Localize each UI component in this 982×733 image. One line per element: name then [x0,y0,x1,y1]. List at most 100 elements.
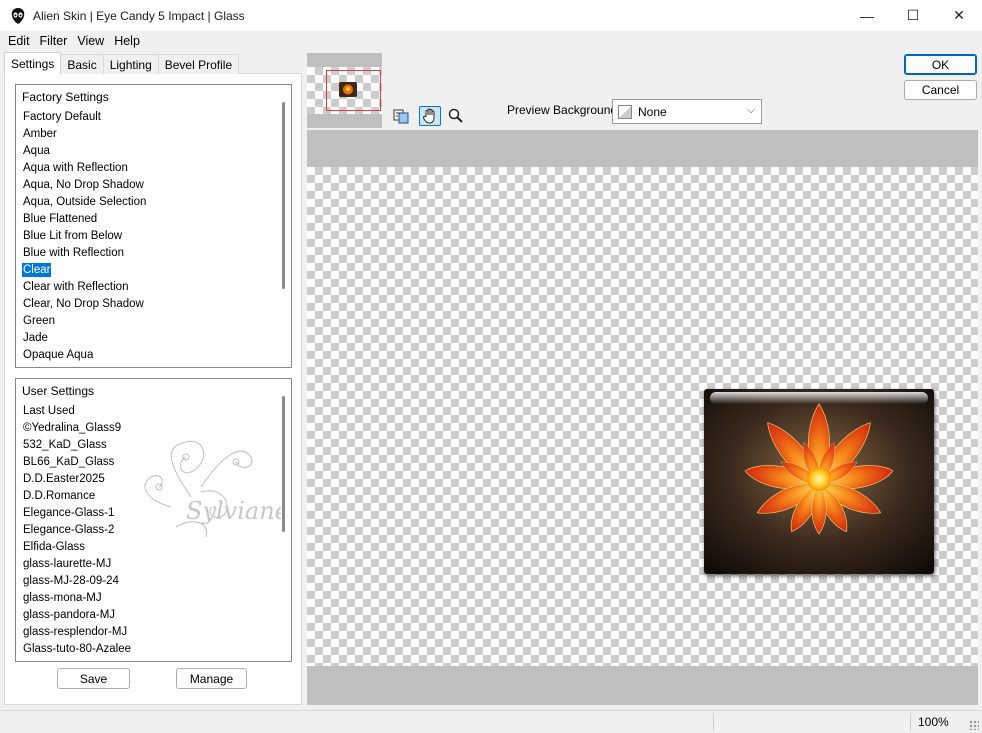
factory-setting-item[interactable]: Jade [16,330,291,347]
factory-settings-list[interactable]: Factory Settings Factory Default Amber Aqu… [15,84,292,368]
factory-setting-item-label: Aqua [23,145,50,157]
preview-area[interactable] [307,130,978,705]
close-button[interactable]: ✕ [936,0,982,31]
compare-preview-button[interactable] [390,106,412,126]
save-button[interactable]: Save [57,668,130,689]
user-setting-item[interactable]: BL66_KaD_Glass [16,454,291,471]
factory-setting-item-label: Green [23,315,55,327]
user-setting-item[interactable]: glass-mona-MJ [16,590,291,607]
factory-setting-item[interactable]: Clear [16,262,291,279]
cancel-button[interactable]: Cancel [904,80,977,100]
factory-setting-item[interactable]: Aqua [16,143,291,160]
zoom-tool-button[interactable] [445,106,467,126]
factory-setting-item[interactable]: Opaque Aqua [16,347,291,364]
preview-canvas[interactable] [307,167,978,666]
factory-setting-item[interactable]: Aqua, No Drop Shadow [16,177,291,194]
hand-pan-icon [423,108,435,124]
user-setting-item[interactable]: Elfida-Glass [16,539,291,556]
factory-setting-item-label: Factory Default [23,111,101,123]
flower-artwork [704,389,934,574]
factory-setting-item-label: Jade [23,332,48,344]
status-separator [910,713,911,731]
factory-setting-item[interactable]: Blue Flattened [16,211,291,228]
user-setting-item[interactable]: Elegance-Glass-2 [16,522,291,539]
factory-setting-item[interactable]: Green [16,313,291,330]
user-setting-item[interactable]: glass-pandora-MJ [16,607,291,624]
menu-view[interactable]: View [72,34,109,48]
user-setting-item-label: D.D.Romance [23,490,96,502]
user-setting-item[interactable]: Elegance-Glass-1 [16,505,291,522]
manage-button[interactable]: Manage [176,668,247,689]
resize-grip[interactable] [969,720,979,730]
zoom-magnifier-icon [448,108,463,123]
menu-edit[interactable]: Edit [3,34,35,48]
factory-setting-item[interactable]: Clear with Reflection [16,279,291,296]
minimize-button[interactable]: — [844,0,890,31]
zoom-level: 100% [918,715,949,729]
user-setting-item-label: Elfida-Glass [23,541,85,553]
factory-setting-item[interactable]: Factory Default [16,109,291,126]
ok-button[interactable]: OK [904,54,977,75]
factory-setting-item[interactable]: Clear, No Drop Shadow [16,296,291,313]
user-setting-item-label: glass-mona-MJ [23,592,102,604]
user-setting-item-label: glass-laurette-MJ [23,558,112,570]
user-settings-list[interactable]: User Settings Last Used ©Yedralina_Glass9… [15,378,292,662]
user-setting-item[interactable]: glass-resplendor-MJ [16,624,291,641]
factory-setting-item-label: Aqua, Outside Selection [23,196,147,208]
user-setting-item-label: 532_KaD_Glass [23,439,107,451]
factory-setting-item[interactable]: Amber [16,126,291,143]
preview-background-label: Preview Background: [507,103,621,117]
user-setting-item[interactable]: glass-MJ-28-09-24 [16,573,291,590]
user-list-scrollbar[interactable] [282,396,285,532]
user-setting-item-label: Glass-tuto-80-Azalee [23,643,132,655]
user-setting-item[interactable]: Glass-tuto-80-Azalee [16,641,291,658]
preview-image [704,389,934,574]
tab-lighting[interactable]: Lighting [102,54,159,74]
factory-list-scrollbar[interactable] [282,102,285,289]
user-setting-item-label: glass-pandora-MJ [23,609,116,621]
user-setting-item[interactable]: ©Yedralina_Glass9 [16,420,291,437]
factory-setting-item-label: Opaque Aqua [23,349,94,361]
hand-tool-button[interactable] [419,106,441,126]
status-bar: 100% [0,710,982,733]
factory-settings-header: Factory Settings [22,90,109,104]
user-setting-item[interactable]: glass-laurette-MJ [16,556,291,573]
factory-setting-item-label: Clear with Reflection [23,281,129,293]
user-setting-item-label: BL66_KaD_Glass [23,456,115,468]
factory-setting-item[interactable]: Aqua with Reflection [16,160,291,177]
user-setting-item[interactable]: D.D.Romance [16,488,291,505]
factory-setting-item[interactable]: Blue with Reflection [16,245,291,262]
user-setting-item-label: Elegance-Glass-1 [23,507,115,519]
tab-bevel-profile[interactable]: Bevel Profile [157,54,240,74]
factory-setting-item-label: Clear [22,263,52,277]
maximize-button[interactable]: ☐ [890,0,936,31]
preview-background-select[interactable]: None ⌵ [612,99,762,124]
app-icon [11,7,25,24]
factory-setting-item-label: Amber [23,128,57,140]
tab-settings[interactable]: Settings [4,52,62,74]
user-setting-item[interactable]: 532_KaD_Glass [16,437,291,454]
user-settings-header: User Settings [22,384,95,398]
preview-background-swatch [618,104,632,119]
user-setting-item-label: Last Used [23,405,75,417]
status-separator [713,713,714,731]
menu-filter[interactable]: Filter [35,34,73,48]
tab-basic[interactable]: Basic [60,54,104,74]
menu-bar: Edit Filter View Help [0,31,982,51]
navigator-thumbnail[interactable] [307,53,382,128]
window-title: Alien Skin | Eye Candy 5 Impact | Glass [33,8,245,23]
user-setting-item-label: ©Yedralina_Glass9 [23,422,122,434]
user-setting-item-label: D.D.Easter2025 [23,473,105,485]
menu-help[interactable]: Help [109,34,145,48]
factory-setting-item-label: Blue Lit from Below [23,230,123,242]
navigator-view-rect[interactable] [326,70,381,111]
chevron-down-icon: ⌵ [747,105,755,116]
factory-setting-item-label: Blue with Reflection [23,247,124,259]
user-setting-item-label: Elegance-Glass-2 [23,524,115,536]
compare-preview-icon [393,109,409,124]
user-setting-item[interactable]: Last Used [16,403,291,420]
factory-setting-item[interactable]: Blue Lit from Below [16,228,291,245]
glass-highlight [710,392,928,404]
factory-setting-item[interactable]: Aqua, Outside Selection [16,194,291,211]
user-setting-item[interactable]: D.D.Easter2025 [16,471,291,488]
